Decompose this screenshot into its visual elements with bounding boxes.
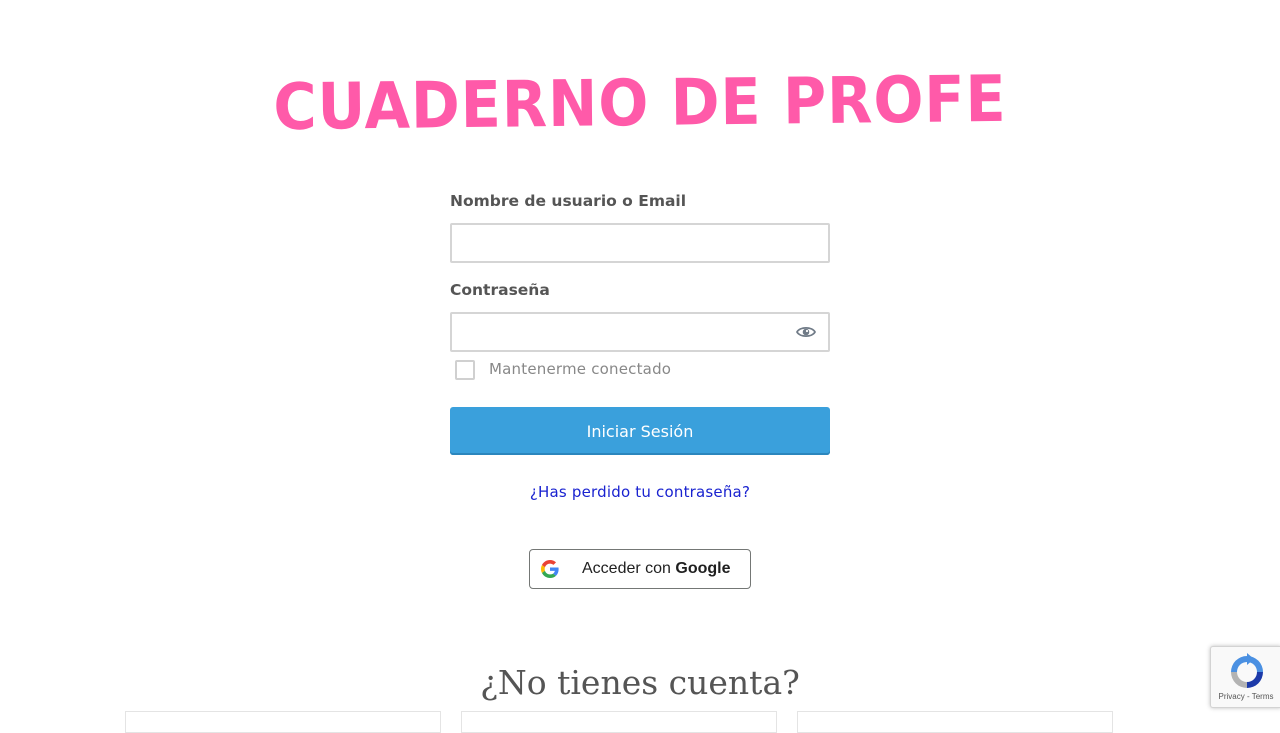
plan-card[interactable] <box>125 711 441 733</box>
password-input[interactable] <box>450 312 830 352</box>
google-signin-label: Acceder con Google <box>582 560 731 577</box>
username-label: Nombre de usuario o Email <box>450 192 687 210</box>
login-button[interactable]: Iniciar Sesión <box>450 407 830 455</box>
recaptcha-icon <box>1231 653 1263 688</box>
password-label: Contraseña <box>450 281 550 299</box>
signup-heading: ¿No tienes cuenta? <box>480 663 800 702</box>
plan-card[interactable] <box>797 711 1113 733</box>
eye-icon[interactable] <box>796 324 816 340</box>
site-logo[interactable]: CUADERNO DE PROFE <box>51 59 1229 148</box>
recaptcha-links[interactable]: Privacy - Terms <box>1211 692 1280 701</box>
remember-me-label[interactable]: Mantenerme conectado <box>489 360 671 378</box>
google-signin-button[interactable]: Acceder con Google <box>529 549 751 589</box>
lost-password-link[interactable]: ¿Has perdido tu contraseña? <box>530 483 750 501</box>
plan-card[interactable] <box>461 711 777 733</box>
username-input[interactable] <box>450 223 830 263</box>
remember-me-checkbox[interactable] <box>455 360 475 380</box>
recaptcha-badge[interactable]: Privacy - Terms <box>1210 646 1280 708</box>
google-g-icon <box>541 560 559 578</box>
